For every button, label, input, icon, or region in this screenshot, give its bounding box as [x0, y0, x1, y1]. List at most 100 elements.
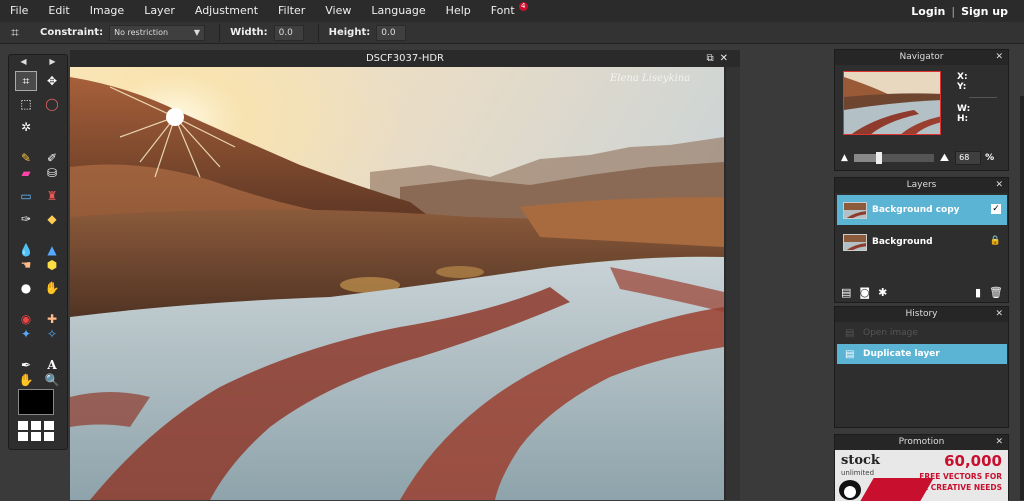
navigator-coords: X: Y: W: H:: [957, 72, 970, 124]
gradient-tool-icon[interactable]: ▭: [15, 186, 37, 206]
zoom-input[interactable]: 68: [955, 151, 982, 165]
history-item-label: Duplicate layer: [863, 349, 940, 359]
layer-row[interactable]: Background 🔒: [837, 227, 1007, 257]
color-replace-icon[interactable]: ✑: [15, 209, 37, 229]
new-layer-icon[interactable]: ▮: [975, 286, 981, 299]
thumbnail-image: [844, 72, 940, 134]
history-step-icon: ▤: [845, 348, 855, 360]
layer-settings-icon[interactable]: ▤: [841, 286, 851, 299]
restore-icon[interactable]: ⧉: [706, 53, 719, 64]
layer-mask-icon[interactable]: ◙: [859, 286, 870, 299]
crop-tool-icon[interactable]: ⌗: [15, 71, 37, 91]
menu-adjustment[interactable]: Adjustment: [185, 0, 268, 22]
pinch-tool-icon[interactable]: ✧: [41, 324, 63, 344]
zoom-slider-handle[interactable]: [875, 152, 882, 164]
trash-icon[interactable]: 🗑: [989, 286, 1003, 299]
menu-view[interactable]: View: [315, 0, 361, 22]
layer-name: Background copy: [872, 205, 960, 215]
divider: [969, 97, 997, 98]
arrow-right-icon[interactable]: ▶: [49, 55, 55, 69]
w-label: W:: [957, 104, 971, 114]
bloat-tool-icon[interactable]: ✦: [15, 324, 37, 344]
close-icon[interactable]: ✕: [720, 53, 734, 64]
photo-landscape: [70, 67, 724, 500]
auth-links: Login | Sign up: [911, 0, 1008, 22]
zoom-out-icon[interactable]: ▲: [841, 153, 848, 163]
zoom-slider[interactable]: [853, 152, 934, 164]
page-scrollbar[interactable]: [1020, 96, 1024, 500]
height-label: Height:: [328, 27, 371, 38]
zoom-tool-icon[interactable]: 🔍: [41, 370, 63, 390]
palette-grid-icon[interactable]: [18, 421, 54, 443]
checkbox-checked-icon[interactable]: ✓: [991, 204, 1001, 214]
lasso-tool-icon[interactable]: ◯: [41, 94, 63, 114]
close-icon[interactable]: ✕: [995, 50, 1003, 65]
move-tool-icon[interactable]: ✥: [41, 71, 63, 91]
menu-language[interactable]: Language: [361, 0, 435, 22]
width-input[interactable]: 0.0: [273, 24, 304, 41]
promotion-ad[interactable]: stock unlimited 60,000 FREE VECTORS FOR …: [835, 450, 1008, 501]
marquee-tool-icon[interactable]: ⬚: [15, 94, 37, 114]
menu-help[interactable]: Help: [436, 0, 481, 22]
history-item[interactable]: ▤ Open image: [837, 323, 1007, 343]
ad-line-1: FREE VECTORS FOR: [919, 472, 1002, 481]
drawing-tool-icon[interactable]: ◆: [41, 209, 63, 229]
document-title: DSCF3037-HDR: [365, 53, 444, 64]
history-item[interactable]: ▤ Duplicate layer: [837, 344, 1007, 364]
layer-name: Background: [872, 237, 933, 247]
constraint-label: Constraint:: [40, 27, 104, 38]
penguin-icon: [839, 480, 861, 500]
navigator-header: Navigator ✕: [835, 50, 1008, 65]
promotion-header: Promotion ✕: [835, 435, 1008, 450]
eraser-tool-icon[interactable]: ▰: [15, 163, 37, 183]
zoom-in-icon[interactable]: ⛰: [940, 151, 949, 165]
crop-icon: ⌗: [11, 24, 19, 41]
height-input[interactable]: 0.0: [376, 24, 407, 41]
toolbox: ◀ ▶ ⌗ ✥ ⬚ ◯ ✲ ✎ ✐ ▰ ⛁ ▭ ♜ ✑ ◆ 💧 ▲ ☚ ⬢ ● …: [8, 54, 68, 450]
layer-styles-icon[interactable]: ✱: [878, 286, 887, 299]
history-item-label: Open image: [863, 328, 918, 338]
photo-watermark: Elena Liseykina: [610, 73, 691, 84]
hand-tool-icon[interactable]: ✋: [15, 370, 37, 390]
vertical-scrollbar[interactable]: [726, 67, 740, 500]
ad-line-2: YOUR CREATIVE NEEDS: [904, 483, 1002, 492]
constraint-select[interactable]: No restriction ▼: [109, 24, 206, 41]
toolbox-nav: ◀ ▶: [9, 55, 67, 69]
menu-image[interactable]: Image: [80, 0, 134, 22]
menu-edit[interactable]: Edit: [38, 0, 79, 22]
magic-wand-icon[interactable]: ✲: [15, 117, 37, 137]
menu-layer[interactable]: Layer: [134, 0, 185, 22]
close-icon[interactable]: ✕: [995, 178, 1003, 193]
menu-file[interactable]: File: [0, 0, 38, 22]
menu-font[interactable]: Font 4: [481, 0, 528, 22]
h-label: H:: [957, 114, 969, 124]
menu-filter[interactable]: Filter: [268, 0, 315, 22]
history-title: History: [905, 309, 938, 319]
image-canvas[interactable]: Elena Liseykina: [70, 67, 724, 500]
smudge-tool-icon[interactable]: ☚: [15, 255, 37, 275]
foreground-color-swatch[interactable]: [18, 389, 54, 415]
history-header: History ✕: [835, 307, 1008, 322]
arrow-left-icon[interactable]: ◀: [20, 55, 26, 69]
y-label: Y:: [957, 82, 967, 92]
font-count-badge: 4: [518, 2, 528, 11]
width-label: Width:: [230, 27, 268, 38]
layers-title: Layers: [906, 180, 937, 190]
burn-tool-icon[interactable]: ✋: [41, 278, 63, 298]
divider: [219, 23, 221, 42]
ad-headline: 60,000: [944, 452, 1002, 470]
bucket-tool-icon[interactable]: ⛁: [41, 163, 63, 183]
login-link[interactable]: Login: [911, 5, 945, 18]
close-icon[interactable]: ✕: [995, 435, 1003, 450]
stamp-tool-icon[interactable]: ♜: [41, 186, 63, 206]
dodge-tool-icon[interactable]: ●: [15, 278, 37, 298]
layer-thumbnail: [843, 201, 867, 219]
ad-brand: stock: [841, 453, 880, 468]
layers-header: Layers ✕: [835, 178, 1008, 193]
layer-row[interactable]: Background copy ✓: [837, 195, 1007, 225]
empty-slot: [41, 117, 63, 137]
sponge-tool-icon[interactable]: ⬢: [41, 255, 63, 275]
navigator-thumbnail[interactable]: [843, 71, 941, 135]
close-icon[interactable]: ✕: [995, 307, 1003, 322]
signup-link[interactable]: Sign up: [961, 5, 1008, 18]
